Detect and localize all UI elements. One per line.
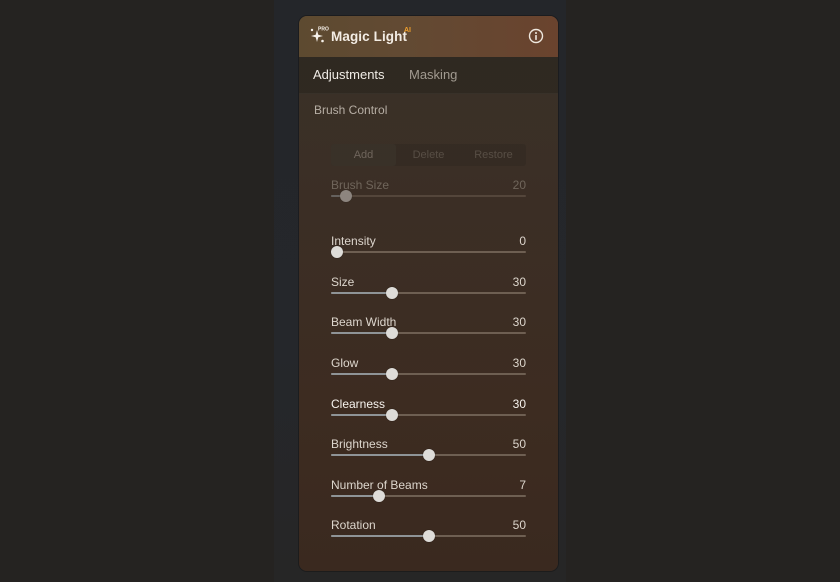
slider-track[interactable] [331,449,526,461]
beam-width-slider: Beam Width 30 [331,315,526,347]
slider-track[interactable] [331,409,526,421]
size-slider: Size 30 [331,275,526,307]
slider-track[interactable] [331,327,526,339]
ai-badge: AI [404,27,411,34]
info-icon[interactable] [528,28,544,44]
slider-label: Beam Width [331,315,397,329]
slider-fill [331,414,392,416]
slider-label: Brightness [331,437,388,451]
slider-value: 0 [519,234,526,248]
pro-badge: PRO [318,27,329,33]
slider-track[interactable] [331,368,526,380]
brush-mode-delete[interactable]: Delete [396,144,461,166]
slider-value: 50 [512,518,526,532]
slider-value: 30 [512,315,526,329]
brush-size-slider: Brush Size 20 [331,178,526,210]
slider-fill [331,454,429,456]
slider-fill [331,332,392,334]
slider-track[interactable] [331,490,526,502]
sparkles-pro-icon: PRO [310,27,329,43]
slider-thumb[interactable] [385,409,398,421]
slider-label: Brush Size [331,178,390,192]
slider-thumb[interactable] [373,490,386,502]
slider-label: Glow [331,356,359,370]
slider-value: 50 [512,437,526,451]
slider-thumb[interactable] [385,368,398,380]
brightness-slider: Brightness 50 [331,437,526,469]
slider-thumb[interactable] [331,246,343,258]
slider-value: 7 [519,478,526,492]
slider-value: 30 [512,275,526,289]
slider-label: Clearness [331,397,386,411]
brush-mode-add[interactable]: Add [331,144,396,166]
slider-label: Rotation [331,518,376,532]
slider-value: 20 [512,178,526,192]
intensity-slider: Intensity 0 [331,234,526,266]
slider-value: 30 [512,356,526,370]
slider-thumb[interactable] [385,327,398,339]
slider-thumb[interactable] [422,449,435,461]
rotation-slider: Rotation 50 [331,518,526,550]
slider-thumb[interactable] [385,287,398,299]
brush-mode-segmented-control: Add Delete Restore [331,144,526,166]
slider-track[interactable] [331,190,526,202]
slider-label: Size [331,275,355,289]
slider-fill [331,535,429,537]
panel-title: Magic Light [331,29,408,44]
magic-light-panel: PRO Magic Light AI Adjustments Masking B… [299,16,558,571]
slider-fill [331,292,392,294]
number-of-beams-slider: Number of Beams 7 [331,478,526,510]
panel-tabs: Adjustments Masking [299,57,558,94]
slider-value: 30 [512,397,526,411]
slider-thumb[interactable] [422,530,435,542]
glow-slider: Glow 30 [331,356,526,388]
slider-fill [331,373,392,375]
slider-track[interactable] [331,246,526,258]
panel-header: PRO Magic Light AI [299,16,558,57]
slider-fill [331,495,380,497]
tab-adjustments[interactable]: Adjustments [313,67,385,82]
brush-control-heading: Brush Control [314,103,388,117]
clearness-slider: Clearness 30 [331,397,526,429]
slider-thumb[interactable] [340,190,353,202]
tab-masking[interactable]: Masking [409,67,457,82]
slider-track[interactable] [331,287,526,299]
brush-mode-restore[interactable]: Restore [461,144,526,166]
slider-track[interactable] [331,530,526,542]
